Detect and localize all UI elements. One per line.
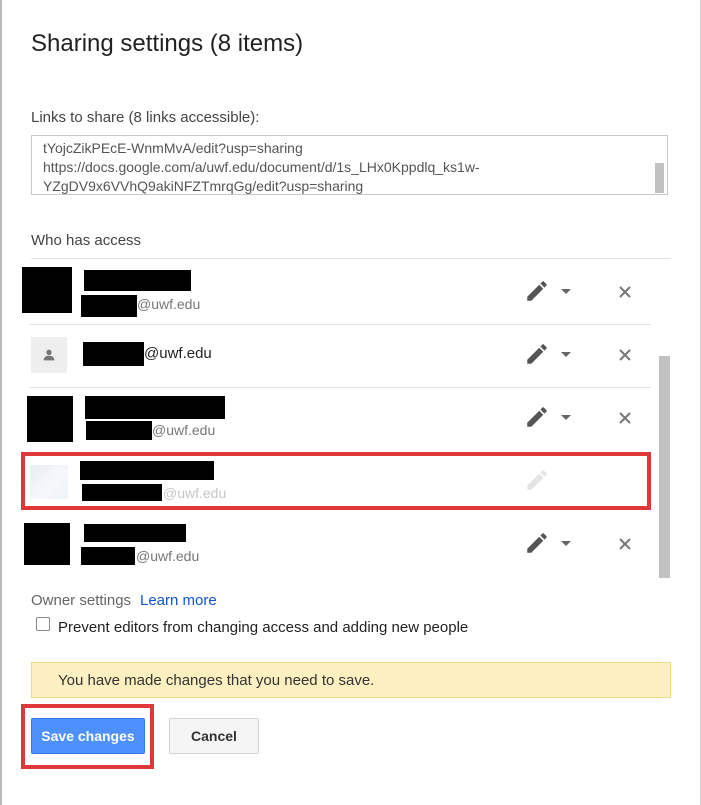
- email-domain: @uwf.edu: [137, 296, 201, 312]
- access-list-scrollbar[interactable]: [659, 356, 670, 578]
- name-redacted: [84, 270, 191, 291]
- list-item: @uwf.edu: [22, 325, 651, 387]
- avatar: [31, 337, 67, 373]
- cancel-button[interactable]: Cancel: [169, 718, 259, 754]
- dialog-left-edge: [0, 0, 2, 805]
- links-textarea[interactable]: tYojcZikPEcE-WnmMvA/edit?usp=sharing htt…: [31, 135, 668, 195]
- close-icon[interactable]: [618, 537, 632, 551]
- email-domain: @uwf.edu: [144, 345, 212, 362]
- chevron-down-icon[interactable]: [561, 415, 571, 420]
- name-redacted: [84, 524, 186, 542]
- links-to-share-label: Links to share (8 links accessible):: [31, 109, 260, 126]
- name-redacted: [85, 396, 225, 419]
- pencil-icon[interactable]: [524, 341, 550, 367]
- prevent-editors-label[interactable]: Prevent editors from changing access and…: [58, 619, 468, 636]
- links-text[interactable]: tYojcZikPEcE-WnmMvA/edit?usp=sharing htt…: [43, 139, 653, 194]
- close-icon[interactable]: [618, 285, 632, 299]
- close-icon[interactable]: [618, 348, 632, 362]
- avatar-redacted: [22, 267, 72, 313]
- dialog-title: Sharing settings (8 items): [31, 30, 304, 57]
- avatar-redacted: [24, 523, 70, 565]
- email-domain: @uwf.edu: [152, 422, 216, 438]
- save-changes-button[interactable]: Save changes: [31, 718, 145, 754]
- highlight-outline-owner-row: [21, 452, 651, 510]
- prevent-editors-checkbox[interactable]: [36, 617, 50, 631]
- email-domain: @uwf.edu: [136, 548, 200, 564]
- pencil-icon[interactable]: [524, 404, 550, 430]
- person-icon: [43, 349, 55, 361]
- chevron-down-icon[interactable]: [561, 541, 571, 546]
- access-divider: [31, 258, 671, 259]
- close-icon[interactable]: [618, 411, 632, 425]
- pencil-icon[interactable]: [524, 530, 550, 556]
- learn-more-link[interactable]: Learn more: [140, 592, 217, 609]
- list-item: @uwf.edu: [22, 388, 651, 450]
- chevron-down-icon[interactable]: [561, 289, 571, 294]
- owner-settings-label: Owner settings: [31, 592, 132, 609]
- banner-text: You have made changes that you need to s…: [58, 672, 375, 689]
- pencil-icon[interactable]: [524, 278, 550, 304]
- avatar-redacted: [27, 396, 73, 442]
- email-user-redacted: [86, 421, 152, 440]
- chevron-down-icon[interactable]: [561, 352, 571, 357]
- list-item: @uwf.edu: [22, 514, 651, 576]
- list-item: @uwf.edu: [22, 262, 651, 324]
- access-list: @uwf.edu @uwf.edu @uwf.edu @uwf.edu @uwf…: [22, 262, 651, 582]
- links-scrollbar-thumb[interactable]: [655, 163, 664, 193]
- unsaved-changes-banner: You have made changes that you need to s…: [31, 662, 671, 698]
- email-user-redacted: [81, 295, 137, 317]
- email-user-redacted: [83, 342, 144, 366]
- who-has-access-label: Who has access: [31, 232, 142, 249]
- email-user-redacted: [81, 547, 135, 565]
